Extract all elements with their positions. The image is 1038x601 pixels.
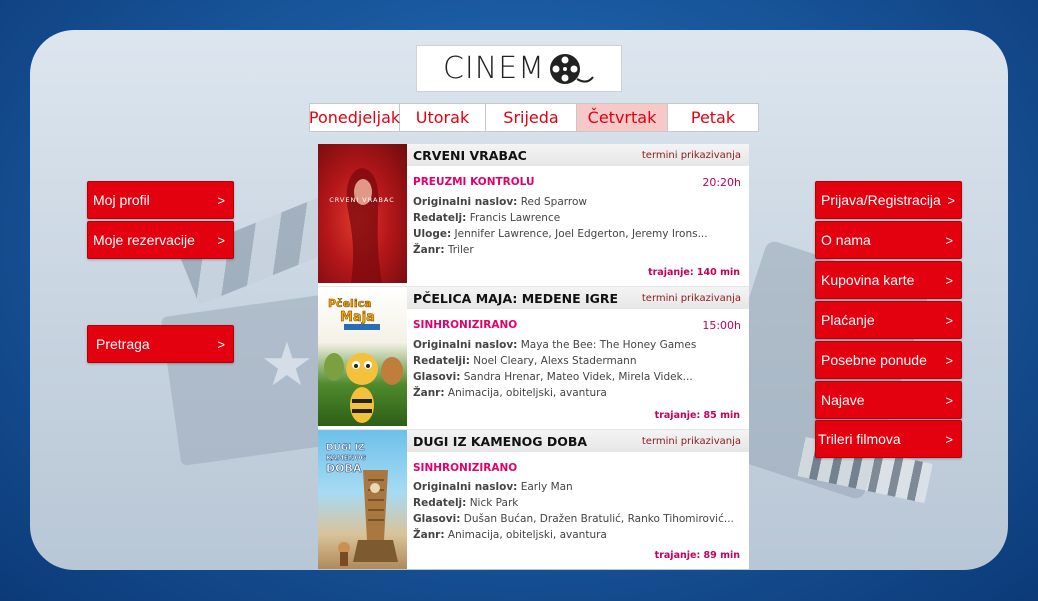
svg-text:DOBA: DOBA xyxy=(326,462,362,475)
film-reel-icon xyxy=(550,53,594,84)
cinema-logo[interactable]: CINEM xyxy=(416,45,622,92)
tab-ponedjeljak[interactable]: Ponedjeljak xyxy=(309,104,400,131)
moj-profil-button[interactable]: Moj profil > xyxy=(87,181,234,219)
placanje-label: Plaćanje xyxy=(821,312,875,328)
movie-title-bar: DUGI IZ KAMENOG DOBA termini prikazivanj… xyxy=(407,430,749,452)
movie-info: CRVENI VRABAC termini prikazivanja PREUZ… xyxy=(407,144,749,286)
genre-row: Žanr: Triler xyxy=(413,244,474,256)
original-title-row: Originalni naslov: Red Sparrow xyxy=(413,196,587,208)
movie-tag: SINHRONIZIRANO xyxy=(413,462,518,474)
maya-the-bee-poster-art: Pčelica Maja xyxy=(324,297,403,423)
red-sparrow-poster-art: CRVENI VRABAC xyxy=(329,168,395,283)
voices-row: Glasovi: Sandra Hrenar, Mateo Videk, Mir… xyxy=(413,371,693,383)
movie-poster[interactable]: DUGI IZ KAMENOG DOBA xyxy=(318,430,407,569)
najave-label: Najave xyxy=(821,392,865,408)
star-decoration: ★ xyxy=(260,330,314,400)
chevron-right-icon: > xyxy=(217,192,225,208)
movie-title[interactable]: DUGI IZ KAMENOG DOBA xyxy=(413,434,587,449)
movie-title-bar: PČELICA MAJA: MEDENE IGRE termini prikaz… xyxy=(407,287,749,309)
chevron-right-icon: > xyxy=(945,431,953,447)
duration: trajanje: 89 min xyxy=(654,550,740,561)
chevron-right-icon: > xyxy=(945,312,953,328)
original-title-row: Originalni naslov: Maya the Bee: The Hon… xyxy=(413,339,697,351)
original-title-row: Originalni naslov: Early Man xyxy=(413,481,573,493)
tab-srijeda[interactable]: Srijeda xyxy=(486,104,577,131)
showtimes-link[interactable]: termini prikazivanja xyxy=(642,436,741,447)
trileri-filmova-label: Trileri filmova xyxy=(818,431,901,447)
posebne-ponude-button[interactable]: Posebne ponude > xyxy=(815,341,962,379)
movie-item: CRVENI VRABAC CRVENI VRABAC termini prik… xyxy=(318,144,749,287)
chevron-right-icon: > xyxy=(947,192,955,208)
movie-tag: SINHRONIZIRANO xyxy=(413,319,518,331)
director-row: Redatelj: Francis Lawrence xyxy=(413,212,561,224)
svg-text:Maja: Maja xyxy=(340,310,375,325)
o-nama-label: O nama xyxy=(821,232,871,248)
cast-row: Uloge: Jennifer Lawrence, Joel Edgerton,… xyxy=(413,228,708,240)
tab-petak[interactable]: Petak xyxy=(668,104,758,131)
kupovina-karte-button[interactable]: Kupovina karte > xyxy=(815,261,962,299)
movie-item: DUGI IZ KAMENOG DOBA DUGI IZ KAMENOG DOB… xyxy=(318,430,749,569)
chevron-right-icon: > xyxy=(945,392,953,408)
moj-profil-label: Moj profil xyxy=(93,192,150,208)
posebne-ponude-label: Posebne ponude xyxy=(821,352,927,368)
prijava-registracija-button[interactable]: Prijava/Registracija > xyxy=(815,181,962,219)
pretraga-button[interactable]: Pretraga > xyxy=(87,325,234,363)
movie-tag: PREUZMI KONTROLU xyxy=(413,176,535,188)
chevron-right-icon: > xyxy=(945,232,953,248)
genre-row: Žanr: Animacija, obiteljski, avantura xyxy=(413,387,607,399)
early-man-poster-art: DUGI IZ KAMENOG DOBA xyxy=(326,443,398,566)
showtime[interactable]: 15:00h xyxy=(702,319,741,332)
movie-list: CRVENI VRABAC CRVENI VRABAC termini prik… xyxy=(318,144,749,569)
genre-row: Žanr: Animacija, obiteljski, avantura xyxy=(413,529,607,541)
logo-text: CINEM xyxy=(442,51,546,86)
kupovina-karte-label: Kupovina karte xyxy=(821,272,915,288)
prijava-label: Prijava/Registracija xyxy=(821,192,941,208)
showtimes-link[interactable]: termini prikazivanja xyxy=(642,150,741,161)
duration: trajanje: 85 min xyxy=(654,410,740,421)
day-tabs: Ponedjeljak Utorak Srijeda Četvrtak Peta… xyxy=(309,103,759,132)
movie-title[interactable]: PČELICA MAJA: MEDENE IGRE xyxy=(413,291,618,306)
tab-cetvrtak[interactable]: Četvrtak xyxy=(577,104,668,131)
placanje-button[interactable]: Plaćanje > xyxy=(815,301,962,339)
svg-text:Pčelica: Pčelica xyxy=(328,297,372,310)
movie-title[interactable]: CRVENI VRABAC xyxy=(413,148,527,163)
svg-text:DUGI IZ: DUGI IZ xyxy=(326,443,365,453)
chevron-right-icon: > xyxy=(945,352,953,368)
svg-text:CRVENI VRABAC: CRVENI VRABAC xyxy=(329,196,395,204)
chevron-right-icon: > xyxy=(945,272,953,288)
movie-poster[interactable]: CRVENI VRABAC xyxy=(318,144,407,283)
voices-row: Glasovi: Dušan Bućan, Dražen Bratulić, R… xyxy=(413,513,734,525)
director-row: Redatelji: Noel Cleary, Alexs Stadermann xyxy=(413,355,637,367)
moje-rezervacije-label: Moje rezervacije xyxy=(93,232,195,248)
trileri-filmova-button[interactable]: Trileri filmova > xyxy=(815,420,962,458)
showtimes-link[interactable]: termini prikazivanja xyxy=(642,293,741,304)
najave-button[interactable]: Najave > xyxy=(815,381,962,419)
showtime[interactable]: 20:20h xyxy=(702,176,741,189)
movie-poster[interactable]: Pčelica Maja xyxy=(318,287,407,426)
movie-title-bar: CRVENI VRABAC termini prikazivanja xyxy=(407,144,749,166)
pretraga-label: Pretraga xyxy=(96,336,150,352)
svg-text:KAMENOG: KAMENOG xyxy=(326,454,366,462)
chevron-right-icon: > xyxy=(217,232,225,248)
movie-item: Pčelica Maja PČELICA MAJA: MEDENE IGRE t… xyxy=(318,287,749,430)
tab-utorak[interactable]: Utorak xyxy=(400,104,486,131)
moje-rezervacije-button[interactable]: Moje rezervacije > xyxy=(87,221,234,259)
chevron-right-icon: > xyxy=(217,336,225,352)
movie-info: PČELICA MAJA: MEDENE IGRE termini prikaz… xyxy=(407,287,749,429)
director-row: Redatelj: Nick Park xyxy=(413,497,519,509)
duration: trajanje: 140 min xyxy=(648,267,740,278)
movie-info: DUGI IZ KAMENOG DOBA termini prikazivanj… xyxy=(407,430,749,569)
o-nama-button[interactable]: O nama > xyxy=(815,221,962,259)
